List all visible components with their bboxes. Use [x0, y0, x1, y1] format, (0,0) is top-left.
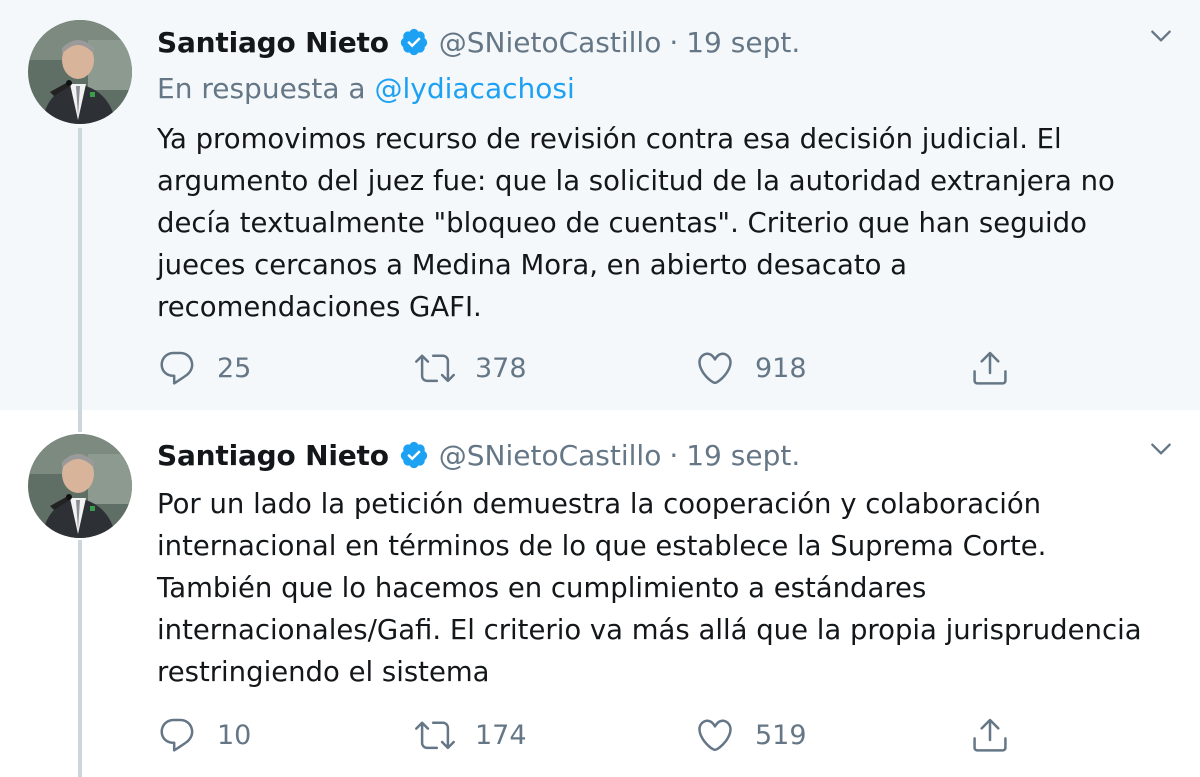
- share-icon: [973, 718, 1007, 752]
- reply-context: En respuesta a @lydiacachosi: [157, 72, 575, 105]
- avatar[interactable]: [28, 20, 132, 124]
- user-handle[interactable]: @SNietoCastillo: [439, 439, 662, 472]
- tweet-date[interactable]: 19 sept.: [686, 439, 800, 472]
- thread-connector-line: [78, 410, 82, 432]
- avatar[interactable]: [28, 434, 132, 538]
- retweet-icon: [415, 354, 455, 383]
- verified-badge-icon: [399, 440, 429, 470]
- chevron-down-icon[interactable]: [1148, 23, 1174, 49]
- tweet-card[interactable]: Santiago Nieto @SNietoCastillo · 19 sept…: [0, 0, 1200, 410]
- share-icon: [973, 351, 1007, 385]
- tweet-header: Santiago Nieto @SNietoCastillo · 19 sept…: [157, 22, 800, 62]
- reply-button[interactable]: 25: [157, 348, 251, 388]
- retweet-button[interactable]: 378: [415, 348, 527, 388]
- avatar-photo: [28, 434, 132, 538]
- reply-bubble-icon: [160, 718, 194, 752]
- separator-dot: ·: [669, 25, 679, 59]
- tweet-text: Por un lado la petición demuestra la coo…: [157, 488, 1142, 688]
- display-name[interactable]: Santiago Nieto: [157, 26, 389, 59]
- reply-count: 10: [217, 719, 252, 751]
- heart-icon: [698, 352, 732, 385]
- share-button[interactable]: [970, 715, 1030, 755]
- like-count: 918: [755, 352, 807, 384]
- retweet-button[interactable]: 174: [415, 715, 527, 755]
- like-button[interactable]: 918: [695, 348, 807, 388]
- reply-count: 25: [217, 352, 252, 384]
- thread-connector-line: [78, 128, 82, 410]
- tweet-actions: 25 378 918: [157, 348, 1057, 388]
- like-button[interactable]: 519: [695, 715, 807, 755]
- share-button[interactable]: [970, 348, 1030, 388]
- reply-prefix: En respuesta a: [157, 72, 366, 105]
- like-count: 519: [755, 719, 807, 751]
- retweet-count: 174: [475, 719, 527, 751]
- display-name[interactable]: Santiago Nieto: [157, 439, 389, 472]
- verified-badge-icon: [399, 27, 429, 57]
- tweet-card[interactable]: Santiago Nieto @SNietoCastillo · 19 sept…: [0, 410, 1200, 777]
- user-handle[interactable]: @SNietoCastillo: [439, 26, 662, 59]
- avatar-photo: [28, 20, 132, 124]
- tweet-header: Santiago Nieto @SNietoCastillo · 19 sept…: [157, 435, 800, 475]
- heart-icon: [698, 719, 732, 752]
- reply-mention-link[interactable]: @lydiacachosi: [374, 72, 574, 105]
- retweet-count: 378: [475, 352, 527, 384]
- reply-button[interactable]: 10: [157, 715, 251, 755]
- reply-bubble-icon: [160, 351, 194, 385]
- tweet-actions: 10 174 519: [157, 715, 1057, 755]
- chevron-down-icon[interactable]: [1148, 436, 1174, 462]
- separator-dot: ·: [669, 438, 679, 472]
- tweet-text: Ya promovimos recurso de revisión contra…: [157, 123, 1115, 323]
- thread-connector-line: [78, 540, 82, 777]
- tweet-date[interactable]: 19 sept.: [686, 26, 800, 59]
- retweet-icon: [415, 721, 455, 750]
